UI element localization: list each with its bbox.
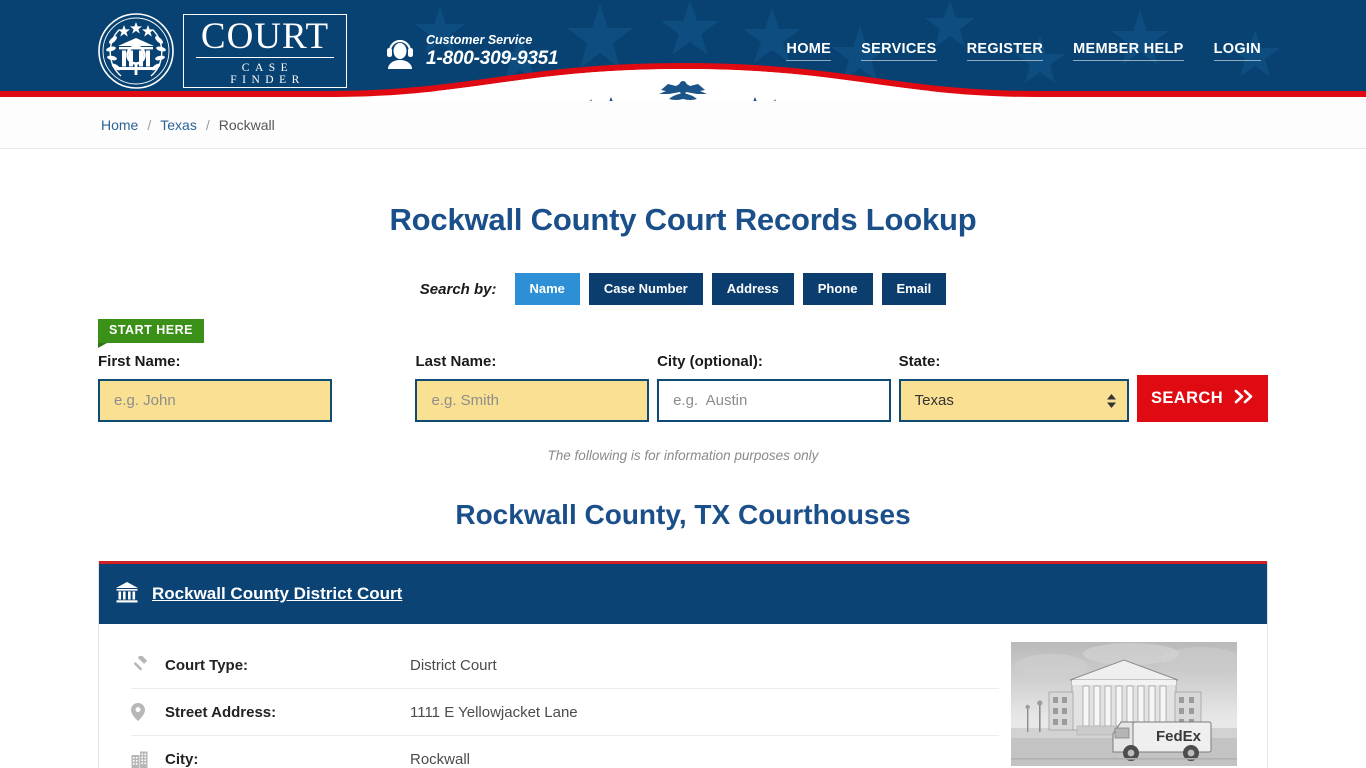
detail-label: Street Address: — [165, 703, 277, 721]
courthouse-photo: FedEx — [1011, 642, 1237, 766]
tab-address[interactable]: Address — [711, 273, 794, 305]
double-chevron-right-icon — [1234, 389, 1254, 409]
disclaimer-text: The following is for information purpose… — [547, 448, 819, 463]
breadcrumb: Home / Texas / Rockwall — [0, 101, 1366, 149]
detail-label: City: — [165, 750, 199, 768]
breadcrumb-item-home[interactable]: Home — [101, 117, 138, 133]
site-header: COURT CASE FINDER Customer Service 1-800… — [0, 0, 1366, 101]
search-button-label: SEARCH — [1150, 389, 1224, 407]
nav-item-register[interactable]: REGISTER — [966, 41, 1044, 61]
detail-value: District Court — [410, 656, 497, 674]
field-city: City (optional): — [657, 353, 892, 422]
map-pin-icon — [131, 703, 165, 721]
main-navigation: HOME SERVICES REGISTER MEMBER HELP LOGIN — [786, 41, 1261, 61]
logo-wordmark: COURT CASE FINDER — [183, 14, 347, 88]
field-state: State: Texas — [898, 353, 1129, 422]
detail-row-city: City: Rockwall — [131, 736, 999, 768]
field-last-name: Last Name: — [415, 353, 650, 422]
field-first-name: First Name: — [98, 353, 332, 422]
tab-name[interactable]: Name — [514, 273, 580, 305]
page-title: Rockwall County Court Records Lookup — [389, 202, 977, 237]
nav-item-member-help[interactable]: MEMBER HELP — [1073, 41, 1184, 61]
city-label: City (optional): — [657, 353, 763, 370]
logo-subword: CASE FINDER — [230, 62, 305, 86]
court-seal-icon — [98, 13, 174, 89]
nav-item-services[interactable]: SERVICES — [861, 41, 937, 61]
svg-text:FedEx: FedEx — [1156, 728, 1202, 745]
court-title-link[interactable]: Rockwall County District Court — [152, 584, 402, 604]
breadcrumb-separator: / — [147, 116, 152, 133]
search-form: START HERE First Name: Last Name: City (… — [98, 319, 1269, 422]
customer-service-phone[interactable]: 1-800-309-9351 — [426, 48, 559, 70]
first-name-input[interactable] — [98, 379, 332, 422]
main-content: Rockwall County Court Records Lookup Sea… — [0, 202, 1366, 768]
gavel-icon — [131, 654, 165, 674]
tab-case-number[interactable]: Case Number — [588, 273, 703, 305]
detail-value: 1111 E Yellowjacket Lane — [410, 703, 578, 721]
detail-row-street-address: Street Address: 1111 E Yellowjacket Lane — [131, 689, 999, 736]
state-label: State: — [898, 353, 941, 370]
courthouse-icon — [115, 580, 139, 609]
search-by-tabs: Search by: Name Case Number Address Phon… — [0, 273, 1366, 305]
breadcrumb-item-current: Rockwall — [218, 116, 275, 133]
detail-row-court-type: Court Type: District Court — [131, 642, 999, 689]
state-select[interactable]: Texas — [898, 379, 1129, 422]
breadcrumb-item-texas[interactable]: Texas — [160, 117, 197, 133]
nav-item-home[interactable]: HOME — [786, 41, 832, 61]
search-button[interactable]: SEARCH — [1136, 375, 1269, 422]
headset-support-icon — [387, 39, 413, 69]
last-name-label: Last Name: — [415, 353, 497, 370]
tab-phone[interactable]: Phone — [802, 273, 873, 305]
customer-service-block: Customer Service 1-800-309-9351 — [384, 33, 559, 70]
search-by-label: Search by: — [419, 280, 497, 298]
breadcrumb-separator: / — [205, 116, 210, 133]
customer-service-label: Customer Service — [426, 33, 533, 47]
court-card-body: Court Type: District Court Street Addres… — [99, 624, 1267, 768]
logo-word: COURT — [196, 18, 334, 58]
first-name-label: First Name: — [98, 353, 181, 370]
court-photo-column: FedEx — [999, 642, 1267, 768]
court-card: Rockwall County District Court Court Typ… — [98, 561, 1268, 768]
section-title: Rockwall County, TX Courthouses — [455, 499, 911, 530]
court-details-list: Court Type: District Court Street Addres… — [99, 642, 999, 768]
building-icon — [131, 751, 165, 768]
city-input[interactable] — [657, 379, 892, 422]
site-logo[interactable]: COURT CASE FINDER — [97, 9, 347, 93]
detail-label: Court Type: — [165, 656, 249, 674]
nav-item-login[interactable]: LOGIN — [1213, 41, 1261, 61]
start-here-badge: START HERE — [98, 319, 204, 343]
last-name-input[interactable] — [415, 379, 650, 422]
tab-email[interactable]: Email — [881, 273, 947, 305]
court-card-header: Rockwall County District Court — [99, 564, 1267, 624]
detail-value: Rockwall — [410, 750, 471, 768]
